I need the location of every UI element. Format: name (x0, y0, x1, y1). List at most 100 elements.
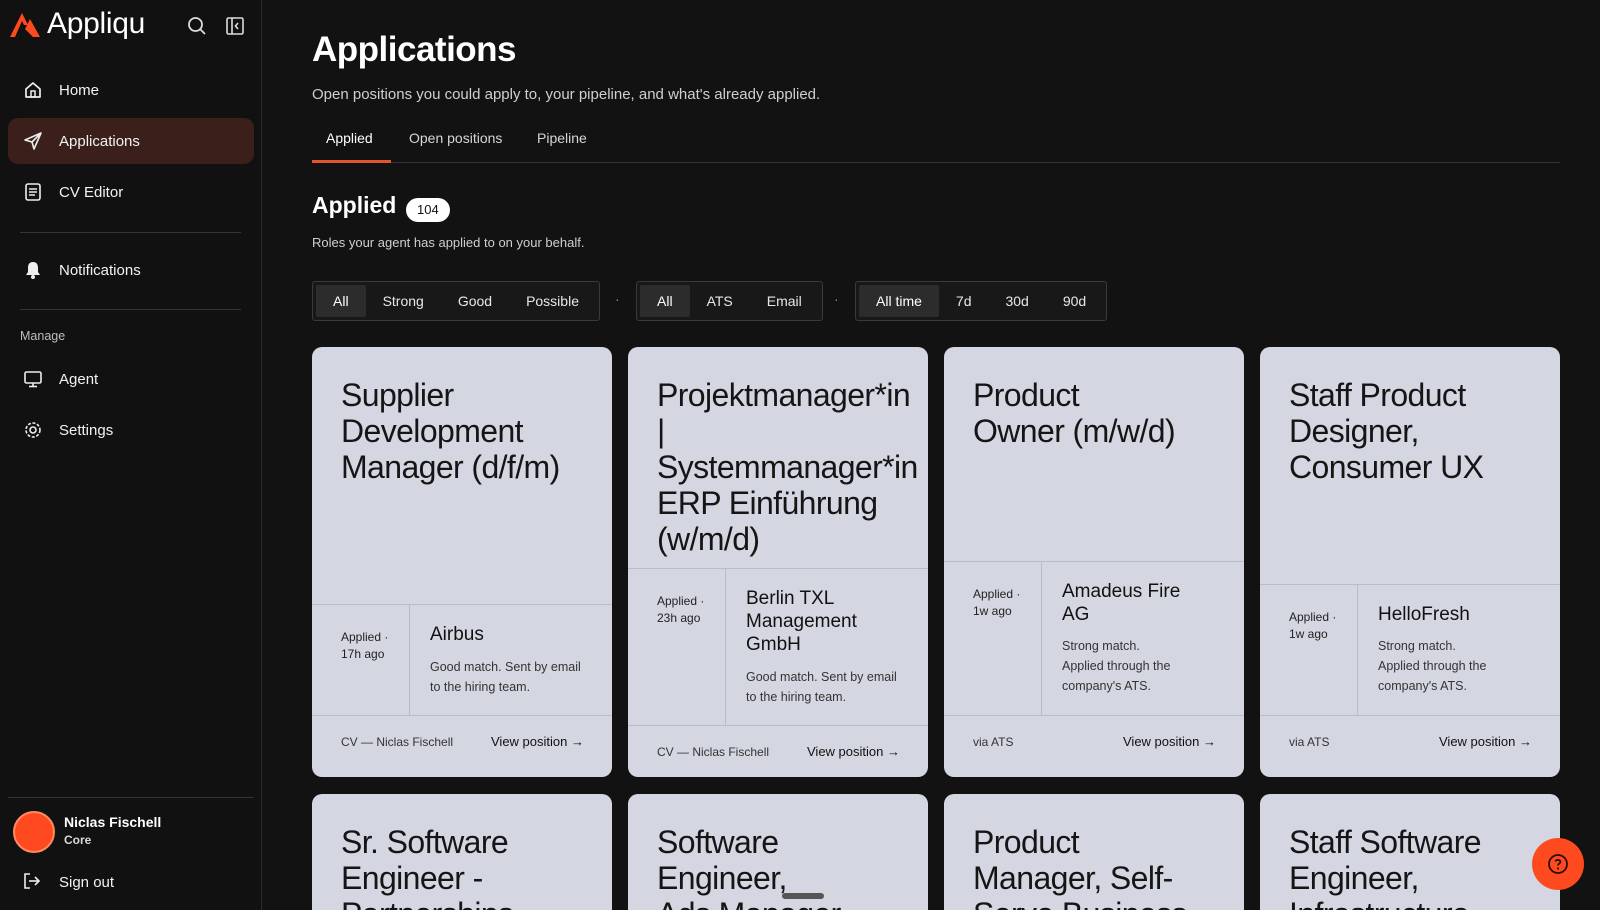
tab-pipeline[interactable]: Pipeline (537, 130, 587, 146)
time-filter: All time 7d 30d 90d (855, 281, 1108, 321)
applied-time: Applied · 1w ago (1289, 610, 1337, 641)
match-note: Good match. Sent by email to the hiring t… (746, 670, 897, 704)
monitor-icon (22, 368, 44, 390)
brand[interactable]: Appliqu (8, 6, 145, 42)
send-icon (22, 130, 44, 152)
tab-open-positions[interactable]: Open positions (409, 130, 502, 146)
application-card[interactable]: ProductManager, Self-Serve Business (944, 794, 1244, 910)
help-button[interactable] (1532, 838, 1584, 890)
sidebar-divider (8, 797, 254, 798)
nav-applications-label: Applications (59, 132, 140, 150)
card-title: Staff SoftwareEngineer,Infrastructure (1289, 824, 1482, 910)
arrow-right-icon: → (1203, 734, 1216, 749)
time-filter-all-time[interactable]: All time (859, 285, 939, 317)
nav-home-label: Home (59, 81, 100, 99)
page-title: Applications (312, 30, 517, 69)
page-subtitle: Open positions you could apply to, your … (312, 86, 821, 103)
nav-notifications[interactable]: Notifications (8, 247, 254, 293)
time-filter-90d[interactable]: 90d (1046, 285, 1103, 317)
nav-cv-editor[interactable]: CV Editor (8, 169, 254, 215)
cv-source: CV — Niclas Fischell (341, 735, 454, 749)
sidebar: Appliqu Home Applications CV Editor Noti… (0, 0, 262, 910)
card-title: Product Owner (m/w/d) (973, 377, 1176, 449)
cv-source: CV — Niclas Fischell (657, 745, 770, 759)
scroll-handle[interactable] (782, 893, 824, 899)
channel-filter-all[interactable]: All (640, 285, 690, 317)
nav-agent-label: Agent (59, 370, 99, 388)
bell-icon (22, 259, 44, 281)
view-position-link[interactable]: View position → (491, 734, 584, 749)
company-name: Amadeus Fire AG (1062, 581, 1181, 625)
main-content: Applications Open positions you could ap… (312, 0, 1562, 910)
nav-notifications-label: Notifications (59, 261, 141, 279)
application-card[interactable]: Sr. SoftwareEngineer -Partnerships (312, 794, 612, 910)
company-name: HelloFresh (1378, 604, 1470, 625)
arrow-right-icon: → (887, 744, 900, 759)
card-meta: Applied · 23h ago Berlin TXL Management Gmb… (628, 568, 928, 726)
card-title: Sr. SoftwareEngineer -Partnerships (341, 824, 514, 910)
card-meta: Applied · 1w ago Amadeus Fire AG Strong ma… (944, 561, 1244, 716)
filter-separator: · (615, 291, 620, 307)
document-icon (22, 181, 44, 203)
sign-out-button[interactable]: Sign out (8, 864, 114, 900)
nav-home[interactable]: Home (8, 67, 254, 113)
manage-label: Manage (20, 329, 66, 343)
nav-settings[interactable]: Settings (8, 407, 254, 453)
company-name: Berlin TXL Management GmbH (746, 588, 857, 655)
card-meta: Applied · 17h ago Airbus Good match. Sent… (312, 604, 612, 716)
time-filter-30d[interactable]: 30d (988, 285, 1045, 317)
gear-icon (22, 419, 44, 441)
channel-filter-ats[interactable]: ATS (690, 285, 750, 317)
user-name: Niclas Fischell (64, 814, 162, 830)
card-meta: Applied · 1w ago HelloFresh Strong match.… (1260, 584, 1560, 716)
sidebar-divider (20, 232, 241, 233)
section-subtitle: Roles your agent has applied to on your … (312, 235, 585, 250)
nav-agent[interactable]: Agent (8, 356, 254, 402)
applied-time: Applied · 17h ago (341, 630, 389, 661)
application-card[interactable]: Staff SoftwareEngineer,Infrastructure (1260, 794, 1560, 910)
sign-out-icon (22, 871, 44, 893)
home-icon (22, 79, 44, 101)
view-position-link[interactable]: View position → (807, 744, 900, 759)
avatar[interactable] (13, 811, 55, 853)
application-card[interactable]: SoftwareEngineer,Ads Manager (628, 794, 928, 910)
match-note: Strong match. Applied through the company'… (1378, 639, 1487, 693)
time-filter-7d[interactable]: 7d (939, 285, 989, 317)
user-plan: Core (64, 833, 92, 847)
sign-out-label: Sign out (59, 873, 115, 891)
logo-icon (10, 13, 40, 37)
view-position-link[interactable]: View position → (1123, 734, 1216, 749)
applied-time: Applied · 23h ago (657, 594, 705, 625)
application-card[interactable]: Staff Product Designer, Consumer UX Applie… (1260, 347, 1560, 777)
arrow-right-icon: → (1519, 734, 1532, 749)
application-card[interactable]: Product Owner (m/w/d) Applied · 1w ago Ama… (944, 347, 1244, 777)
match-filter-good[interactable]: Good (441, 285, 509, 317)
match-filter-all[interactable]: All (316, 285, 366, 317)
application-card[interactable]: Projektmanager*in | Systemmanager*in ERP Ei… (628, 347, 928, 777)
view-position-link[interactable]: View position → (1439, 734, 1532, 749)
nav-cv-editor-label: CV Editor (59, 183, 124, 201)
match-note: Good match. Sent by email to the hiring t… (430, 660, 581, 694)
card-title: ProductManager, Self-Serve Business (973, 824, 1188, 910)
channel-filter-email[interactable]: Email (750, 285, 819, 317)
filter-separator: · (834, 291, 839, 307)
match-filter-possible[interactable]: Possible (509, 285, 596, 317)
count-badge: 104 (406, 198, 450, 222)
nav-settings-label: Settings (59, 421, 114, 439)
ats-source: via ATS (1289, 735, 1330, 749)
card-title: Projektmanager*in | Systemmanager*in ERP Ei… (657, 377, 918, 557)
company-name: Airbus (430, 624, 484, 645)
search-icon[interactable] (186, 15, 208, 37)
match-filter-strong[interactable]: Strong (366, 285, 441, 317)
sidebar-divider (20, 309, 241, 310)
arrow-right-icon: → (571, 734, 584, 749)
section-title: Applied (312, 192, 397, 218)
app-name: Appliqu (47, 7, 145, 40)
collapse-sidebar-icon[interactable] (224, 15, 246, 37)
match-filter: All Strong Good Possible (312, 281, 600, 321)
card-title: Staff Product Designer, Consumer UX (1289, 377, 1484, 485)
tab-applied[interactable]: Applied (326, 130, 373, 146)
applied-time: Applied · 1w ago (973, 587, 1021, 618)
application-card[interactable]: Supplier Development Manager (d/f/m) Appli… (312, 347, 612, 777)
nav-applications[interactable]: Applications (8, 118, 254, 164)
